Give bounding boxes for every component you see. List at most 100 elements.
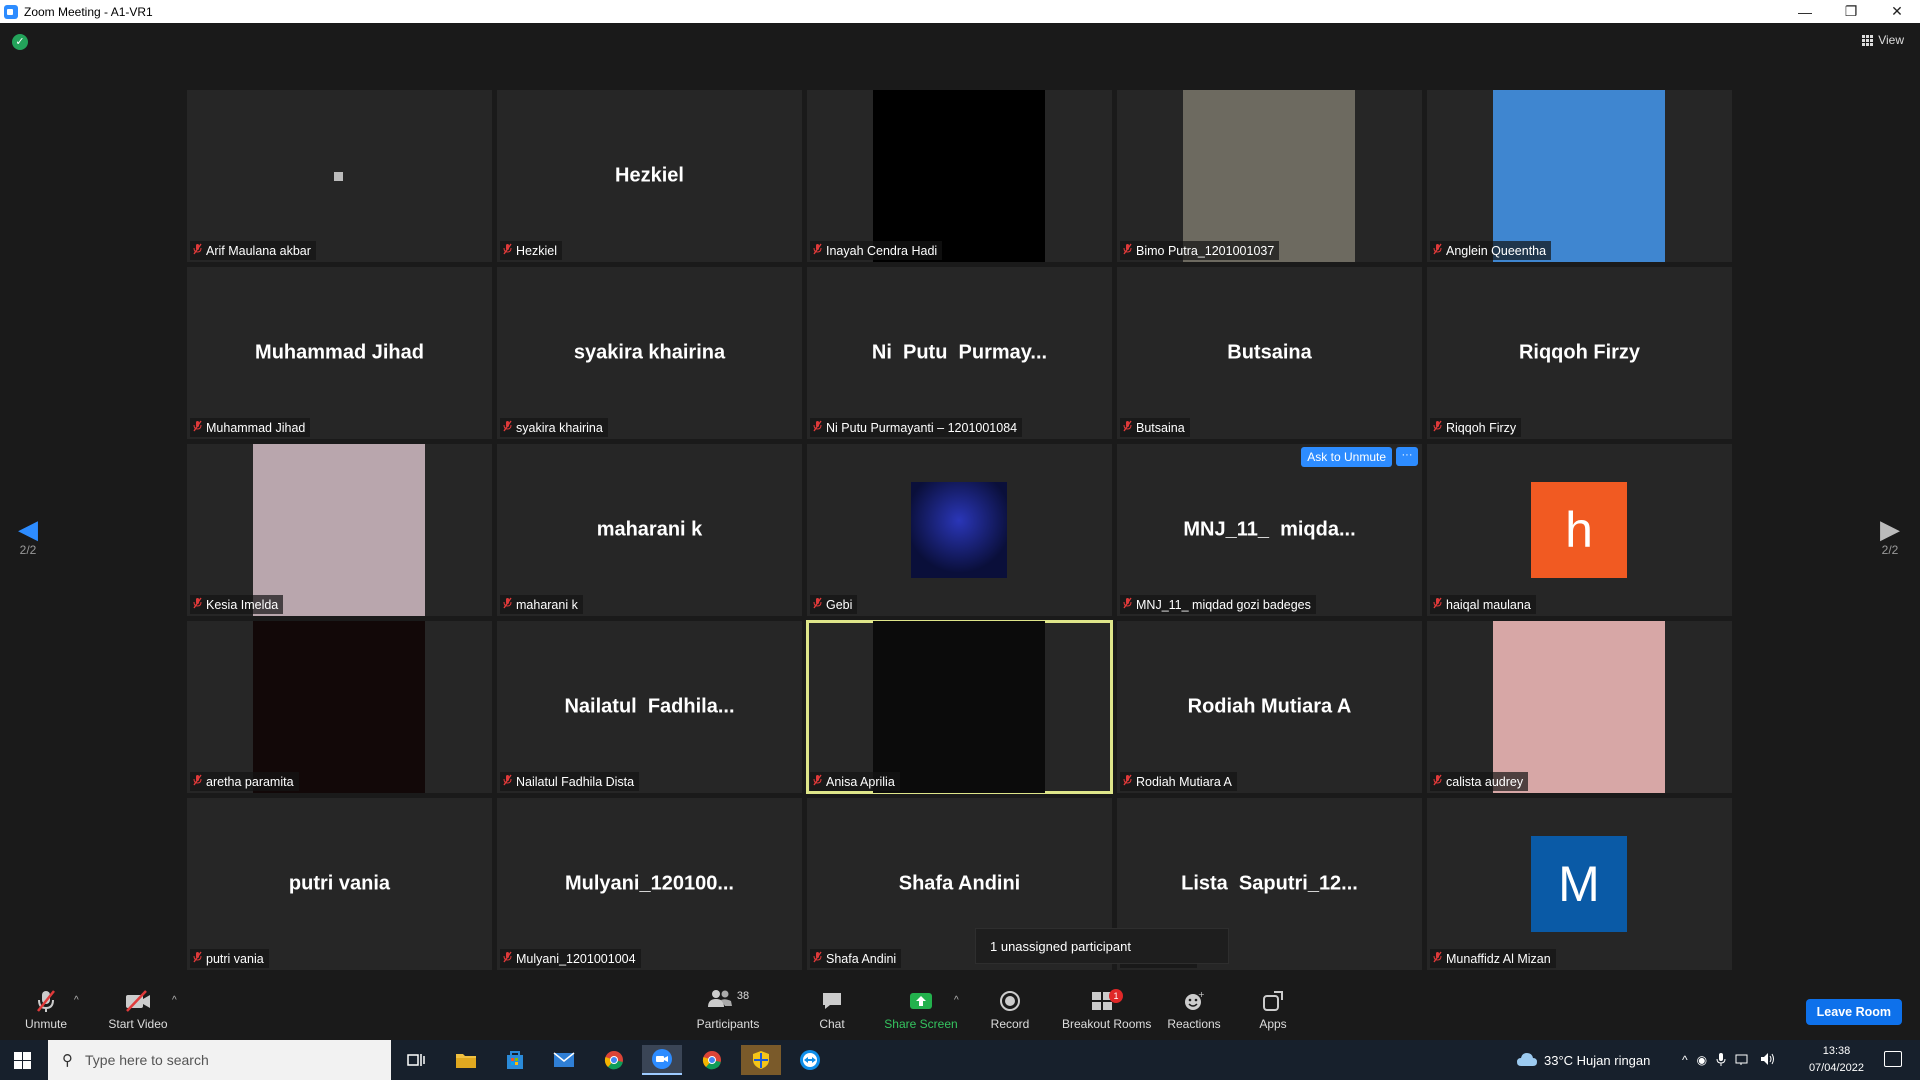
breakout-rooms-button[interactable]: 1 Breakout Rooms (1062, 989, 1151, 1031)
participant-tile[interactable]: Anglein Queentha (1427, 90, 1732, 262)
participant-tile[interactable]: aretha paramita (187, 621, 492, 793)
arrow-left-icon: ◀ (18, 514, 38, 544)
muted-mic-icon (503, 951, 512, 966)
minimize-icon[interactable]: — (1782, 0, 1828, 23)
reactions-label: Reactions (1167, 1017, 1221, 1031)
start-video-label: Start Video (108, 1017, 168, 1031)
participant-name-tag: Butsaina (1120, 418, 1190, 437)
muted-mic-icon (813, 951, 822, 966)
participant-name-tag: Nailatul Fadhila Dista (500, 772, 640, 791)
taskbar-clock[interactable]: 13:38 07/04/2022 (1809, 1043, 1864, 1077)
zoom-app-icon (4, 4, 18, 19)
participant-tile[interactable]: calista audrey (1427, 621, 1732, 793)
more-options-icon[interactable]: ··· (1396, 447, 1418, 466)
task-view-icon[interactable] (396, 1045, 436, 1075)
muted-mic-icon (503, 774, 512, 789)
view-button[interactable]: View (1862, 33, 1904, 47)
share-options-caret-icon[interactable]: ^ (954, 995, 959, 1006)
page-indicator-left: 2/2 (19, 543, 37, 557)
search-icon: ⚲ (62, 1052, 73, 1069)
participant-tile[interactable]: Rodiah Mutiara A Rodiah Mutiara A (1117, 621, 1422, 793)
participant-name: Muhammad Jihad (206, 420, 306, 435)
participant-placeholder-icon (334, 172, 343, 181)
participants-button[interactable]: 38 Participants (688, 989, 768, 1031)
previous-page-button[interactable]: ◀ 2/2 (8, 515, 48, 557)
participant-video-feed (873, 621, 1045, 793)
ask-to-unmute-button[interactable]: Ask to Unmute (1301, 447, 1392, 467)
next-page-button[interactable]: ▶ 2/2 (1870, 515, 1910, 557)
muted-mic-icon (1433, 243, 1442, 258)
participant-video-feed (911, 482, 1007, 578)
participant-name-tag: Hezkiel (500, 241, 562, 260)
start-video-button[interactable]: Start Video (98, 989, 178, 1031)
participant-name: maharani k (516, 597, 578, 612)
notifications-icon[interactable] (1884, 1051, 1902, 1067)
windows-start-icon[interactable] (14, 1052, 31, 1069)
participant-tile[interactable]: Nailatul Fadhila... Nailatul Fadhila Dist… (497, 621, 802, 793)
participant-name: Gebi (826, 597, 853, 612)
participant-display-name: Hezkiel (615, 164, 684, 187)
participant-tile[interactable]: Bimo Putra_1201001037 (1117, 90, 1422, 262)
clock-date: 07/04/2022 (1808, 1062, 1864, 1074)
weather-widget[interactable]: 33°C Hujan ringan (1516, 1040, 1650, 1080)
chat-bubble-icon (792, 989, 872, 1013)
view-label: View (1878, 33, 1904, 47)
participant-tile[interactable]: syakira khairina syakira khairina (497, 267, 802, 439)
zoom-taskbar-icon[interactable] (642, 1045, 682, 1075)
chat-button[interactable]: Chat (792, 989, 872, 1031)
record-button[interactable]: Record (970, 989, 1050, 1031)
participant-video-feed (1183, 90, 1355, 262)
share-screen-button[interactable]: Share Screen (881, 989, 961, 1031)
restore-icon[interactable]: ❐ (1828, 0, 1874, 23)
participant-tile[interactable]: Butsaina Butsaina (1117, 267, 1422, 439)
microphone-icon[interactable] (1716, 1052, 1726, 1069)
participant-name-tag: Munaffidz Al Mizan (1430, 949, 1556, 968)
participant-tile[interactable]: Kesia Imelda (187, 444, 492, 616)
participant-name: Mulyani_1201001004 (516, 951, 636, 966)
apps-label: Apps (1259, 1017, 1287, 1031)
participant-name-tag: calista audrey (1430, 772, 1529, 791)
participant-name-tag: Arif Maulana akbar (190, 241, 316, 260)
video-options-caret-icon[interactable]: ^ (172, 995, 177, 1006)
participant-name-tag: Kesia Imelda (190, 595, 284, 614)
participant-name-tag: Anisa Aprilia (810, 772, 900, 791)
participant-tile[interactable]: Muhammad Jihad Muhammad Jihad (187, 267, 492, 439)
participant-name: Rodiah Mutiara A (1136, 774, 1232, 789)
participant-tile[interactable]: Anisa Aprilia (806, 620, 1113, 794)
participant-tile[interactable]: Gebi (807, 444, 1112, 616)
participant-tile[interactable]: Ni Putu Purmay... Ni Putu Purmayanti – 12… (807, 267, 1112, 439)
teamviewer-icon[interactable] (790, 1045, 830, 1075)
show-hidden-icons-icon[interactable]: ^ (1682, 1053, 1688, 1067)
participant-tile[interactable]: M Munaffidz Al Mizan (1427, 798, 1732, 970)
microsoft-store-icon[interactable] (495, 1045, 535, 1075)
taskbar-search-box[interactable]: ⚲ Type here to search (48, 1040, 391, 1080)
security-shield-icon[interactable]: ✓ (12, 34, 28, 50)
participant-tile[interactable]: Mulyani_120100... Mulyani_1201001004 (497, 798, 802, 970)
participant-tile[interactable]: putri vania putri vania (187, 798, 492, 970)
file-explorer-icon[interactable] (446, 1045, 486, 1075)
participant-tile[interactable]: Arif Maulana akbar (187, 90, 492, 262)
participant-name: Riqqoh Firzy (1446, 420, 1517, 435)
participant-name-tag: Rodiah Mutiara A (1120, 772, 1237, 791)
close-icon[interactable]: ✕ (1874, 0, 1920, 23)
participant-tile[interactable]: Hezkiel Hezkiel (497, 90, 802, 262)
participant-tile[interactable]: MNJ_11_ miqda... Ask to Unmute ··· MNJ_11_ … (1117, 444, 1422, 616)
mail-icon[interactable] (544, 1045, 584, 1075)
leave-room-button[interactable]: Leave Room (1805, 999, 1902, 1025)
participant-tile[interactable]: maharani k maharani k (497, 444, 802, 616)
chrome-icon[interactable] (594, 1045, 634, 1075)
participant-tile[interactable]: Riqqoh Firzy Riqqoh Firzy (1427, 267, 1732, 439)
record-indicator-icon[interactable]: ◉ (1697, 1053, 1707, 1067)
audio-options-caret-icon[interactable]: ^ (74, 995, 79, 1006)
chrome-profile-icon[interactable] (692, 1045, 732, 1075)
participant-tile[interactable]: Inayah Cendra Hadi (807, 90, 1112, 262)
apps-button[interactable]: Apps (1233, 989, 1313, 1031)
muted-mic-icon (1123, 243, 1132, 258)
network-icon[interactable] (1735, 1052, 1751, 1069)
security-app-icon[interactable] (741, 1045, 781, 1075)
participant-tile[interactable]: h haiqal maulana (1427, 444, 1732, 616)
volume-icon[interactable] (1760, 1052, 1776, 1069)
muted-mic-icon (503, 243, 512, 258)
share-screen-label: Share Screen (884, 1017, 958, 1031)
reactions-button[interactable]: + Reactions (1154, 989, 1234, 1031)
